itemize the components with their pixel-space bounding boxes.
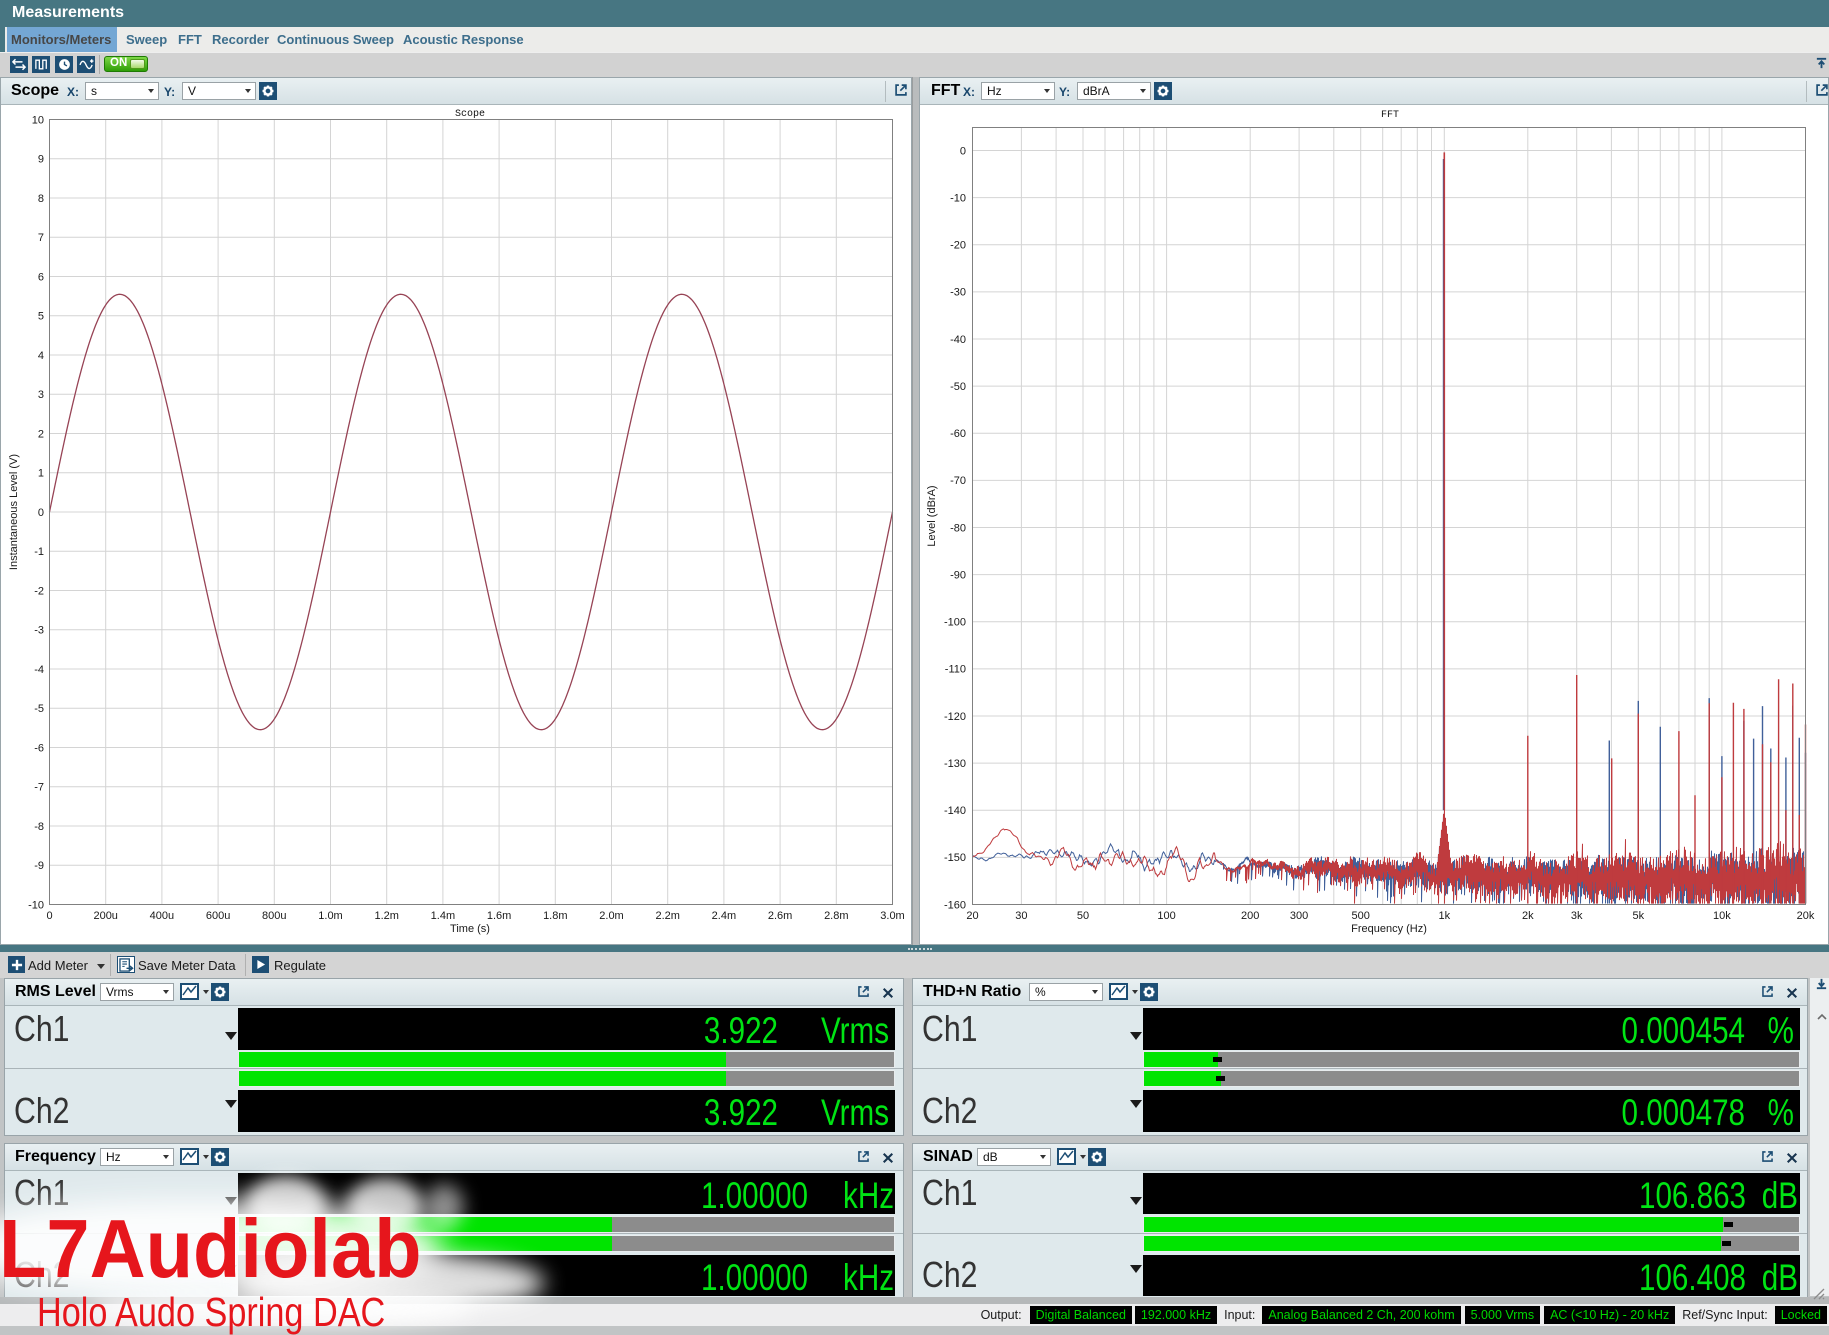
svg-text:-80: -80 — [950, 522, 966, 534]
svg-text:2.6m: 2.6m — [768, 910, 792, 922]
svg-text:-60: -60 — [950, 428, 966, 440]
svg-text:-120: -120 — [944, 711, 966, 723]
svg-text:50: 50 — [1077, 910, 1089, 922]
svg-text:-10: -10 — [950, 192, 966, 204]
svg-text:1k: 1k — [1438, 910, 1450, 922]
svg-text:-10: -10 — [28, 899, 44, 911]
svg-text:-7: -7 — [34, 782, 44, 794]
svg-text:3.0m: 3.0m — [880, 910, 904, 922]
svg-text:3: 3 — [38, 389, 44, 401]
svg-text:9: 9 — [38, 154, 44, 166]
svg-text:-2: -2 — [34, 585, 44, 597]
svg-text:2.0m: 2.0m — [599, 910, 623, 922]
svg-text:-3: -3 — [34, 625, 44, 637]
svg-text:5: 5 — [38, 311, 44, 323]
svg-text:1: 1 — [38, 468, 44, 480]
svg-text:2k: 2k — [1522, 910, 1534, 922]
svg-text:Instantaneous Level (V): Instantaneous Level (V) — [8, 454, 20, 570]
svg-text:800u: 800u — [262, 910, 286, 922]
svg-text:-100: -100 — [944, 617, 966, 629]
svg-text:1.6m: 1.6m — [487, 910, 511, 922]
svg-text:-130: -130 — [944, 758, 966, 770]
svg-text:-140: -140 — [944, 805, 966, 817]
svg-text:2.8m: 2.8m — [824, 910, 848, 922]
svg-text:3k: 3k — [1571, 910, 1583, 922]
svg-text:-110: -110 — [945, 664, 966, 676]
svg-text:-4: -4 — [34, 664, 44, 676]
svg-text:1.8m: 1.8m — [543, 910, 567, 922]
svg-text:500: 500 — [1352, 910, 1370, 922]
svg-text:Scope: Scope — [455, 109, 485, 120]
svg-text:200u: 200u — [93, 910, 117, 922]
svg-text:Level (dBrA): Level (dBrA) — [926, 485, 938, 546]
svg-text:2.4m: 2.4m — [712, 910, 736, 922]
svg-text:-50: -50 — [950, 381, 966, 393]
svg-text:-20: -20 — [950, 240, 966, 252]
svg-text:-5: -5 — [34, 703, 44, 715]
svg-text:600u: 600u — [206, 910, 230, 922]
svg-text:20: 20 — [966, 910, 978, 922]
svg-text:0: 0 — [46, 910, 52, 922]
svg-text:-1: -1 — [34, 546, 44, 558]
svg-text:-160: -160 — [944, 899, 966, 911]
svg-text:100: 100 — [1157, 910, 1175, 922]
svg-text:7: 7 — [38, 232, 44, 244]
svg-text:-8: -8 — [34, 821, 44, 833]
svg-text:1.2m: 1.2m — [374, 910, 398, 922]
svg-text:10k: 10k — [1713, 910, 1731, 922]
svg-text:400u: 400u — [150, 910, 174, 922]
svg-text:5k: 5k — [1632, 910, 1644, 922]
svg-text:2: 2 — [38, 428, 44, 440]
svg-text:8: 8 — [38, 193, 44, 205]
svg-text:1.4m: 1.4m — [431, 910, 455, 922]
svg-text:-90: -90 — [950, 569, 966, 581]
svg-text:FFT: FFT — [1381, 110, 1399, 121]
svg-text:20k: 20k — [1797, 910, 1815, 922]
svg-text:2.2m: 2.2m — [655, 910, 679, 922]
svg-text:-150: -150 — [944, 852, 966, 864]
svg-text:10: 10 — [32, 114, 44, 126]
svg-text:30: 30 — [1015, 910, 1027, 922]
svg-text:-40: -40 — [950, 334, 966, 346]
svg-text:4: 4 — [38, 350, 44, 362]
svg-text:-70: -70 — [950, 475, 966, 487]
svg-text:6: 6 — [38, 271, 44, 283]
svg-text:1.0m: 1.0m — [318, 910, 342, 922]
svg-text:0: 0 — [38, 507, 44, 519]
svg-text:200: 200 — [1241, 910, 1259, 922]
svg-text:-9: -9 — [34, 860, 44, 872]
svg-text:0: 0 — [960, 145, 966, 157]
svg-text:Frequency (Hz): Frequency (Hz) — [1351, 923, 1427, 935]
svg-text:-30: -30 — [950, 287, 966, 299]
svg-text:-6: -6 — [34, 742, 44, 754]
svg-text:300: 300 — [1290, 910, 1308, 922]
svg-text:Time (s): Time (s) — [450, 923, 490, 935]
